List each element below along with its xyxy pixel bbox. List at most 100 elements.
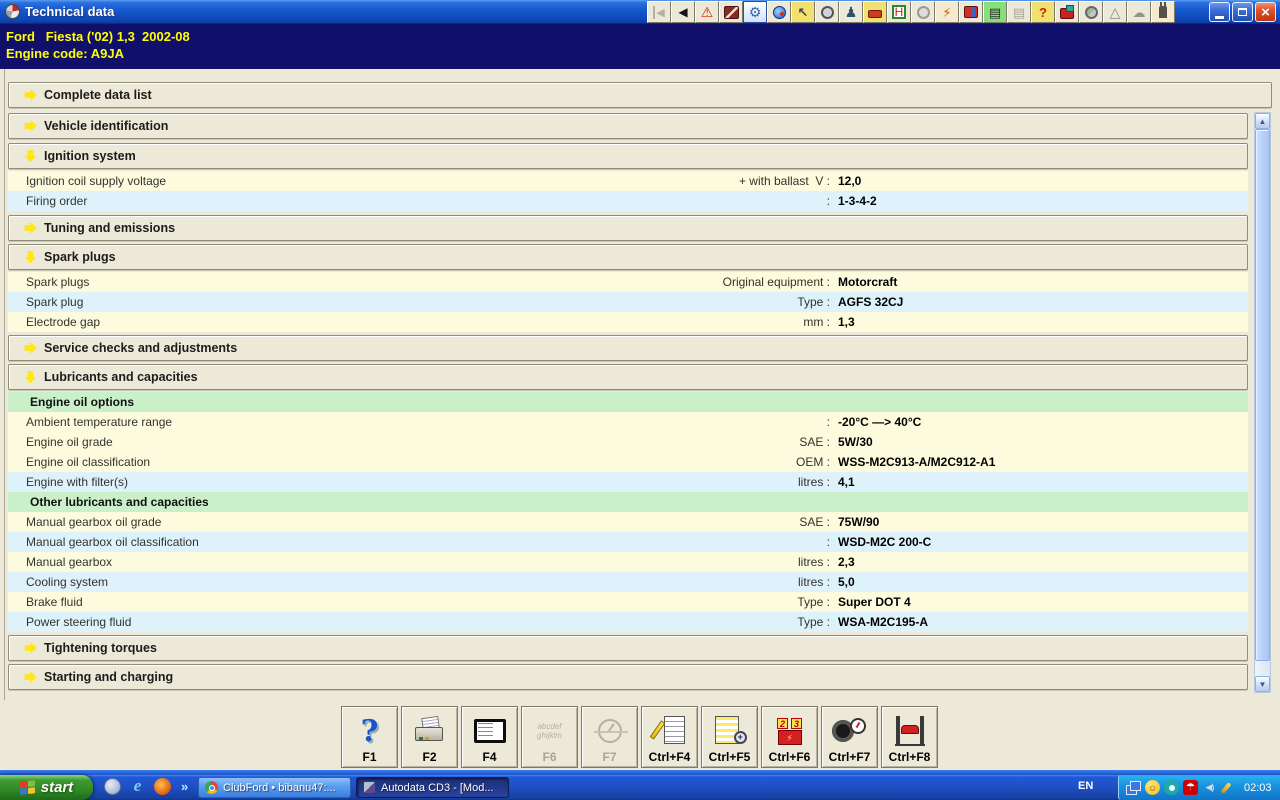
messenger-smiley-icon[interactable] [1145,780,1160,795]
row-unit: : [8,415,830,429]
section-tightening-torques[interactable]: Tightening torques [8,635,1248,661]
updater-icon[interactable] [1221,780,1236,795]
fuel-system-icon[interactable] [959,1,983,23]
firefox-icon[interactable] [154,778,171,795]
fkey-label: Ctrl+F5 [702,750,757,764]
row-unit: SAE : [8,435,830,449]
data-row: Manual gearbox litres : 2,3 [8,552,1248,572]
subsection-title: Engine oil options [30,395,134,409]
row-value: 5W/30 [838,435,873,449]
collapse-arrow-icon [24,371,37,384]
row-value: 75W/90 [838,515,879,529]
row-unit: + with ballast V : [8,174,830,188]
globe-icon[interactable] [767,1,791,23]
body-diagram-icon[interactable] [839,1,863,23]
fkey-label: Ctrl+F6 [762,750,817,764]
data-row: Brake fluid Type : Super DOT 4 [8,592,1248,612]
row-unit: litres : [8,575,830,589]
printer-icon [402,711,457,751]
row-unit: : [8,535,830,549]
vehicle-lift-icon[interactable] [863,1,887,23]
search-document-button[interactable]: + Ctrl+F5 [701,706,758,768]
expand-arrow-icon [24,120,37,133]
title-bar: Technical data [0,0,1280,24]
service-gauge-icon[interactable] [1079,1,1103,23]
warning-triangle-icon[interactable] [695,1,719,23]
taskbar-clock: 02:03 [1244,782,1272,794]
internet-explorer-icon[interactable]: e [129,778,146,795]
section-lubricants[interactable]: Lubricants and capacities [8,364,1248,390]
fkey-label: F6 [522,750,577,764]
firing-order-icon: 23 ⚡ [762,711,817,751]
screen-button[interactable]: F4 [461,706,518,768]
row-unit: : [8,194,830,208]
minimize-button[interactable] [1209,2,1230,22]
tow-assist-icon[interactable] [1031,1,1055,23]
section-spark-plugs[interactable]: Spark plugs [8,244,1248,270]
section-starting-and-charging[interactable]: Starting and charging [8,664,1248,690]
expand-arrow-icon [24,671,37,684]
taskbar-task-autodata[interactable]: Autodata CD3 - [Mod... [356,777,509,798]
taskbar-task-clubford[interactable]: ClubFord • bibanu47:... [198,777,351,798]
nav-first-icon[interactable] [647,1,671,23]
data-row: Electrode gap mm : 1,3 [8,312,1248,332]
technical-data-icon[interactable] [743,1,767,23]
data-row: Engine oil classification OEM : WSS-M2C9… [8,452,1248,472]
edit-note-button[interactable]: Ctrl+F4 [641,706,698,768]
start-button[interactable]: start [0,775,93,800]
volume-icon[interactable] [1202,780,1217,795]
tyre-gauge-button[interactable]: Ctrl+F7 [821,706,878,768]
engine-grey-icon[interactable] [1127,1,1151,23]
door-trim-icon[interactable] [719,1,743,23]
engine-firing-icon[interactable] [1055,1,1079,23]
edit-note-icon [642,711,697,751]
section-label: Ignition system [44,149,136,163]
fkey-label: Ctrl+F7 [822,750,877,764]
section-ignition-system[interactable]: Ignition system [8,143,1248,169]
language-indicator[interactable]: EN [1078,780,1093,792]
section-tuning-and-emissions[interactable]: Tuning and emissions [8,215,1248,241]
row-value: 4,1 [838,475,855,489]
print-button[interactable]: F2 [401,706,458,768]
scroll-down-icon[interactable]: ▼ [1255,676,1270,692]
section-vehicle-identification[interactable]: Vehicle identification [8,113,1248,139]
row-value: WSA-M2C195-A [838,615,928,629]
row-unit: litres : [8,475,830,489]
nav-back-icon[interactable] [671,1,695,23]
antivirus-umbrella-icon[interactable] [1183,780,1198,795]
service-mouse-icon[interactable] [791,1,815,23]
car-lift-button[interactable]: Ctrl+F8 [881,706,938,768]
fkey-label: Ctrl+F4 [642,750,697,764]
help-question-icon: ? [342,711,397,751]
row-unit: Type : [8,615,830,629]
scrollbar-thumb[interactable] [1255,129,1270,661]
row-unit: Original equipment : [8,275,830,289]
section-complete-data-list[interactable]: Complete data list [8,82,1272,108]
restore-button[interactable] [1232,2,1253,22]
engine-code: Engine code: A9JA [6,45,1280,62]
expand-arrow-icon [24,342,37,355]
close-button[interactable] [1255,2,1276,22]
row-value: 1-3-4-2 [838,194,877,208]
wheel-icon[interactable] [815,1,839,23]
firing-order-button[interactable]: 23 ⚡ Ctrl+F6 [761,706,818,768]
row-value: -20°C —> 40°C [838,415,921,429]
vertical-scrollbar[interactable]: ▲ ▼ [1254,112,1271,693]
network-monitors-icon[interactable] [1126,780,1141,795]
abs-warning-icon[interactable] [1103,1,1127,23]
quick-launch-overflow-icon[interactable]: » [181,779,188,794]
hoist-icon[interactable] [887,1,911,23]
section-label: Starting and charging [44,670,173,684]
help-button[interactable]: ? F1 [341,706,398,768]
data-row: Cooling system litres : 5,0 [8,572,1248,592]
scroll-up-icon[interactable]: ▲ [1255,113,1270,129]
section-service-checks[interactable]: Service checks and adjustments [8,335,1248,361]
connector-plug-icon[interactable] [1151,1,1175,23]
expand-arrow-icon [24,642,37,655]
spark-plug-icon[interactable] [935,1,959,23]
messenger-teal-icon[interactable] [1164,780,1179,795]
tyre-gauge-icon [822,711,877,751]
printer-icon[interactable] [983,1,1007,23]
window-controls [1209,2,1276,22]
show-desktop-icon[interactable] [104,778,121,795]
